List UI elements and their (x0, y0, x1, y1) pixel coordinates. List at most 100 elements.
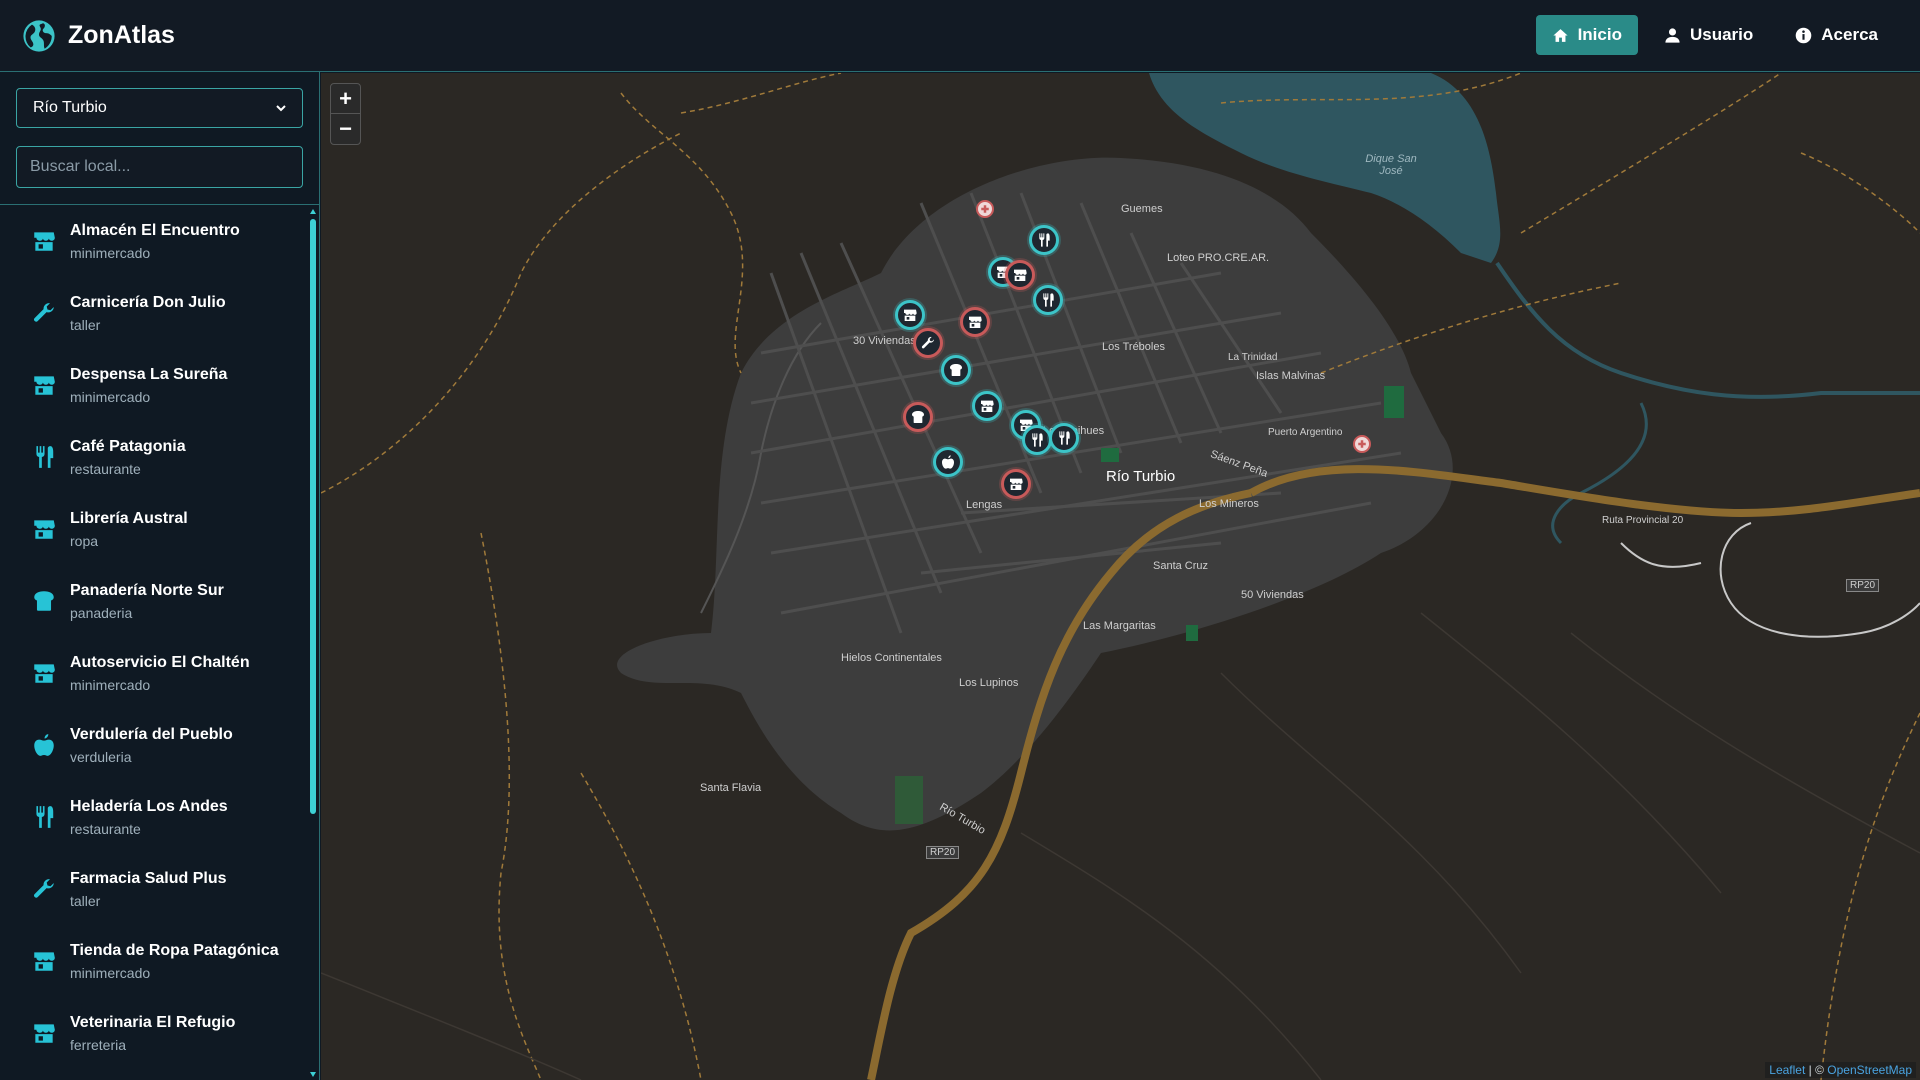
map-label-ruta-20: Ruta Provincial 20 (1602, 515, 1684, 526)
list-item[interactable]: Almacén El Encuentro minimercado (0, 205, 308, 277)
utensils-icon (1056, 430, 1072, 446)
list-item-category: taller (70, 317, 101, 333)
map-marker-medical[interactable] (976, 200, 994, 218)
utensils-icon (1040, 292, 1056, 308)
list-item[interactable]: Panadería Norte Sur panaderia (0, 565, 308, 637)
map-marker-utensils[interactable] (1033, 285, 1063, 315)
sidebar-controls: Río Turbio Buscar local... (0, 72, 319, 205)
store-icon (30, 947, 58, 975)
info-icon (1795, 27, 1812, 43)
map-label-lengas: Lengas (966, 499, 1003, 511)
bread-icon (948, 362, 964, 378)
medical-icon (1357, 439, 1367, 449)
list-item[interactable]: Veterinaria El Refugio ferreteria (0, 997, 308, 1069)
list-item-name: Veterinaria El Refugio (70, 1014, 236, 1031)
utensils-icon (1036, 232, 1052, 248)
nav-usuario[interactable]: Usuario (1648, 15, 1769, 55)
utensils-icon (30, 803, 58, 831)
search-input[interactable]: Buscar local... (16, 146, 303, 188)
list-scrollbar[interactable] (310, 209, 316, 1077)
bread-icon (910, 409, 926, 425)
list-item-text: Panadería Norte Sur panaderia (70, 581, 224, 621)
map-label-la-trinidad: La Trinidad (1228, 352, 1278, 363)
list-item-category: ropa (70, 533, 99, 549)
list-item-name: Despensa La Sureña (70, 366, 228, 383)
list-item[interactable]: Heladería Los Andes restaurante (0, 781, 308, 853)
utensils-icon (30, 443, 58, 471)
map-marker-wrench[interactable] (913, 328, 943, 358)
list-item[interactable]: Tienda de Ropa Patagónica minimercado (0, 925, 308, 997)
map-marker-bread[interactable] (903, 402, 933, 432)
list-item-text: Heladería Los Andes restaurante (70, 797, 228, 837)
store-icon (979, 398, 995, 414)
map-label-las-margaritas: Las Margaritas (1083, 620, 1156, 632)
list-item-name: Tienda de Ropa Patagónica (70, 942, 279, 959)
map-marker-store[interactable] (895, 300, 925, 330)
nav-inicio[interactable]: Inicio (1535, 15, 1638, 55)
list-item[interactable]: Carnicería Don Julio taller (0, 277, 308, 349)
list-item[interactable]: Autoservicio El Chaltén minimercado (0, 637, 308, 709)
map-marker-medical[interactable] (1353, 435, 1371, 453)
store-icon (1008, 476, 1024, 492)
store-icon (30, 1019, 58, 1047)
list-item-text: Despensa La Sureña minimercado (70, 365, 227, 405)
map-label-30-viviendas: 30 Viviendas (853, 335, 916, 347)
home-icon (1552, 28, 1568, 42)
list-item[interactable]: Librería Austral ropa (0, 493, 308, 565)
chevron-down-icon (276, 105, 286, 112)
scroll-down-arrow[interactable] (310, 1072, 316, 1077)
list-item-category: restaurante (70, 461, 141, 477)
list-item-category: restaurante (70, 821, 141, 837)
list-item[interactable]: Farmacia Salud Plus taller (0, 853, 308, 925)
list-item-text: Farmacia Salud Plus taller (70, 869, 227, 909)
store-icon (902, 307, 918, 323)
list-item-name: Verdulería del Pueblo (70, 726, 233, 743)
map-marker-utensils[interactable] (1029, 225, 1059, 255)
map-marker-store[interactable] (1001, 469, 1031, 499)
list-item-category: verduleria (70, 749, 132, 765)
list-item-text: Café Patagonia restaurante (70, 437, 186, 477)
map-label-city: Río Turbio (1106, 468, 1176, 485)
top-navbar: ZonAtlas Inicio Usuario Acerca (0, 0, 1920, 72)
map-marker-utensils[interactable] (1049, 423, 1079, 453)
map-marker-apple[interactable] (933, 447, 963, 477)
map-label-los-lupinos: Los Lupinos (959, 677, 1019, 689)
leaflet-link[interactable]: Leaflet (1769, 1063, 1805, 1077)
business-list[interactable]: Almacén El Encuentro minimercado Carnicerí… (0, 205, 308, 1080)
map-marker-utensils[interactable] (1022, 425, 1052, 455)
list-item-category: panaderia (70, 605, 133, 621)
map-label-rp20-south: RP20 (926, 846, 960, 859)
list-item-name: Panadería Norte Sur (70, 582, 224, 599)
search-placeholder: Buscar local... (30, 158, 131, 175)
scroll-thumb[interactable] (310, 219, 316, 814)
nav-acerca[interactable]: Acerca (1779, 15, 1894, 55)
list-item[interactable]: Despensa La Sureña minimercado (0, 349, 308, 421)
map-marker-store[interactable] (1005, 260, 1035, 290)
list-item-name: Almacén El Encuentro (70, 222, 240, 239)
map-view[interactable]: + − Río Turbio Dique San José Los Trébol… (321, 73, 1920, 1080)
list-item[interactable]: Café Patagonia restaurante (0, 421, 308, 493)
zoom-in-button[interactable]: + (331, 84, 360, 114)
map-marker-store[interactable] (960, 307, 990, 337)
zoom-out-button[interactable]: − (331, 114, 360, 144)
list-item-text: Verdulería del Pueblo verduleria (70, 725, 233, 765)
map-marker-bread[interactable] (941, 355, 971, 385)
list-item-category: minimercado (70, 677, 151, 693)
store-icon (30, 659, 58, 687)
scroll-up-arrow[interactable] (310, 209, 316, 214)
map-label-puerto-argentino: Puerto Argentino (1268, 427, 1343, 438)
app-title: ZonAtlas (68, 21, 175, 49)
osm-link[interactable]: OpenStreetMap (1827, 1063, 1912, 1077)
map-marker-store[interactable] (972, 391, 1002, 421)
user-icon (1665, 27, 1680, 43)
map-label-hielos: Hielos Continentales (841, 652, 942, 664)
list-item-name: Carnicería Don Julio (70, 294, 226, 311)
brand[interactable]: ZonAtlas (22, 19, 175, 53)
city-select[interactable]: Río Turbio (16, 88, 303, 128)
list-item-text: Almacén El Encuentro minimercado (70, 221, 240, 261)
list-item-category: minimercado (70, 245, 151, 261)
list-item-text: Librería Austral ropa (70, 509, 188, 549)
map-label-santa-flavia: Santa Flavia (700, 782, 762, 794)
nav-usuario-label: Usuario (1689, 25, 1754, 44)
list-item[interactable]: Verdulería del Pueblo verduleria (0, 709, 308, 781)
